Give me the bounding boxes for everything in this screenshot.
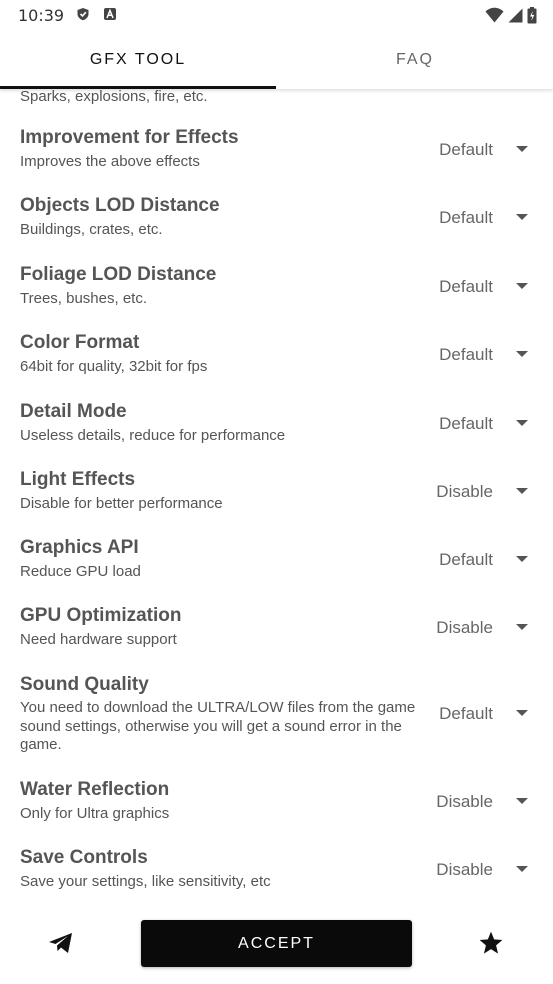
- tab-gfx-tool[interactable]: GFX TOOL: [0, 30, 276, 89]
- setting-title: Objects LOD Distance: [20, 195, 220, 216]
- setting-title: Light Effects: [20, 469, 136, 490]
- a-badge-icon: [104, 8, 116, 20]
- telegram-icon[interactable]: [48, 932, 74, 954]
- setting-title: Graphics API: [20, 537, 139, 558]
- shield-icon: [77, 8, 89, 21]
- setting-description: 64bit for quality, 32bit for fps: [20, 358, 208, 375]
- tab-bar: GFX TOOL FAQ: [0, 30, 553, 89]
- setting-dropdown-value[interactable]: Default: [439, 704, 493, 724]
- setting-dropdown-value[interactable]: Default: [439, 140, 493, 160]
- setting-title: Sound Quality: [20, 674, 149, 695]
- chevron-down-icon[interactable]: [516, 214, 528, 220]
- setting-title: Color Format: [20, 332, 140, 353]
- chevron-down-icon[interactable]: [516, 866, 528, 872]
- star-icon[interactable]: [478, 930, 504, 956]
- bottom-bar: ACCEPT: [0, 899, 553, 984]
- chevron-down-icon[interactable]: [516, 420, 528, 426]
- setting-title: Improvement for Effects: [20, 127, 239, 148]
- setting-description: Need hardware support: [20, 631, 177, 648]
- setting-title: Detail Mode: [20, 401, 127, 422]
- settings-list[interactable]: Sparks, explosions, fire, etc. Improveme…: [0, 89, 553, 899]
- setting-description: Only for Ultra graphics: [20, 805, 170, 822]
- status-icons: [485, 6, 537, 24]
- setting-dropdown-value[interactable]: Disable: [436, 482, 493, 502]
- setting-dropdown-value[interactable]: Disable: [436, 792, 493, 812]
- setting-dropdown-value[interactable]: Disable: [436, 860, 493, 880]
- chevron-down-icon[interactable]: [516, 351, 528, 357]
- setting-title: GPU Optimization: [20, 605, 182, 626]
- status-time: 10:39: [18, 6, 65, 25]
- setting-dropdown-value[interactable]: Disable: [436, 618, 493, 638]
- setting-dropdown-value[interactable]: Default: [439, 208, 493, 228]
- setting-description: You need to download the ULTRA/LOW files…: [20, 699, 416, 753]
- setting-description: Disable for better performance: [20, 495, 223, 512]
- setting-description: Improves the above effects: [20, 153, 200, 170]
- setting-dropdown-value[interactable]: Default: [439, 345, 493, 365]
- setting-dropdown-value[interactable]: Default: [439, 550, 493, 570]
- chevron-down-icon[interactable]: [516, 283, 528, 289]
- setting-description: Save your settings, like sensitivity, et…: [20, 873, 271, 890]
- signal-icon: [508, 8, 523, 22]
- chevron-down-icon[interactable]: [516, 710, 528, 716]
- chevron-down-icon[interactable]: [516, 488, 528, 494]
- setting-title: Water Reflection: [20, 779, 170, 800]
- setting-dropdown-value[interactable]: Default: [439, 277, 493, 297]
- setting-description: Sparks, explosions, fire, etc.: [20, 89, 208, 105]
- setting-title: Save Controls: [20, 847, 148, 868]
- status-bar: 10:39: [0, 0, 553, 30]
- setting-description: Reduce GPU load: [20, 563, 141, 580]
- setting-dropdown-value[interactable]: Default: [439, 414, 493, 434]
- battery-icon: [527, 6, 537, 23]
- setting-title: Foliage LOD Distance: [20, 264, 217, 285]
- chevron-down-icon[interactable]: [516, 798, 528, 804]
- chevron-down-icon[interactable]: [516, 556, 528, 562]
- tab-faq[interactable]: FAQ: [277, 30, 553, 89]
- setting-description: Useless details, reduce for performance: [20, 427, 286, 444]
- setting-description: Buildings, crates, etc.: [20, 221, 163, 238]
- chevron-down-icon[interactable]: [516, 146, 528, 152]
- accept-button[interactable]: ACCEPT: [141, 920, 412, 967]
- setting-description: Trees, bushes, etc.: [20, 290, 148, 307]
- chevron-down-icon[interactable]: [516, 624, 528, 630]
- wifi-icon: [485, 7, 504, 23]
- tab-indicator: [0, 86, 276, 89]
